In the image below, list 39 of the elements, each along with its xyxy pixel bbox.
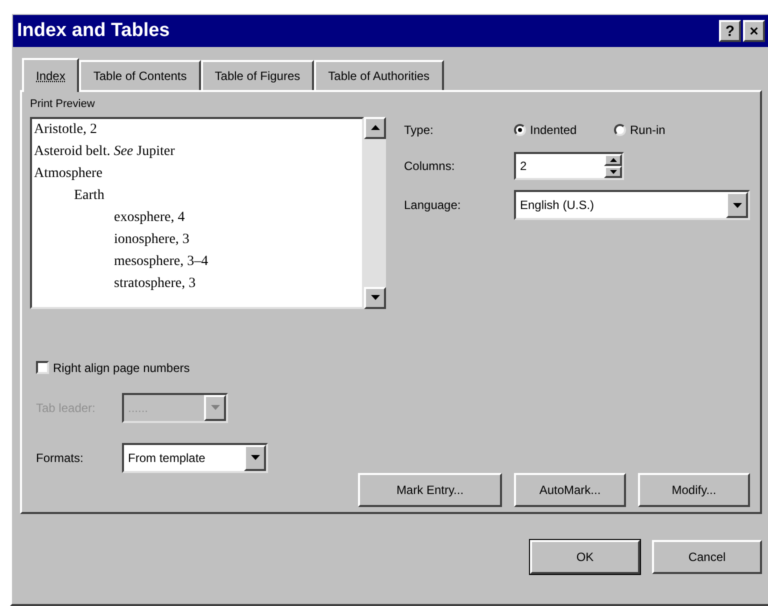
index-entry: exosphere, 4 (114, 210, 185, 224)
down-arrow-icon (370, 295, 380, 300)
index-entry: Asteroid belt. See Jupiter (34, 144, 175, 158)
formats-dropdown[interactable]: From template (122, 442, 268, 472)
columns-label: Columns: (404, 158, 456, 175)
radio-button[interactable]: Indented (514, 121, 614, 139)
index-entry: ionosphere, 3 (114, 232, 190, 246)
dialog-button[interactable]: Modify... (638, 472, 750, 506)
language-label: Language: (404, 197, 462, 214)
columns-spinner[interactable]: 2 (514, 152, 624, 180)
down-arrow-icon (250, 455, 260, 460)
dialog-button[interactable]: Cancel (652, 540, 762, 574)
tab[interactable]: Table of Authorities (314, 60, 444, 90)
index-entry: mesosphere, 3–4 (114, 254, 208, 268)
index-entry: Aristotle, 2 (34, 122, 97, 136)
preview-label: Print Preview (30, 97, 96, 112)
checkbox[interactable]: Right align page numbers (36, 358, 752, 376)
down-arrow-icon (610, 170, 616, 174)
formats-label: Formats: (36, 450, 84, 466)
tab[interactable]: Index (22, 58, 80, 92)
window-title: Index and Tables (17, 18, 171, 43)
scrollbar[interactable] (364, 116, 386, 308)
close-button[interactable]: × (743, 20, 765, 42)
up-arrow-icon (610, 158, 616, 162)
dialog-button[interactable]: Mark Entry... (358, 472, 502, 506)
help-button[interactable]: ? (719, 20, 741, 42)
radio-button[interactable]: Run-in (614, 121, 714, 139)
index-entry: stratosphere, 3 (114, 276, 196, 290)
up-arrow-icon (370, 125, 380, 130)
tab[interactable]: Table of Figures (200, 60, 314, 90)
dialog-button[interactable]: OK (530, 540, 640, 574)
tab[interactable]: Table of Contents (79, 60, 201, 90)
down-arrow-icon (210, 405, 220, 410)
index-entry: Earth (74, 188, 104, 202)
dialog-button[interactable]: AutoMark... (514, 472, 626, 506)
down-arrow-icon (732, 202, 742, 208)
language-dropdown[interactable]: English (U.S.) (514, 190, 750, 220)
type-label: Type: (404, 122, 434, 139)
index-entry: Atmosphere (34, 166, 102, 180)
